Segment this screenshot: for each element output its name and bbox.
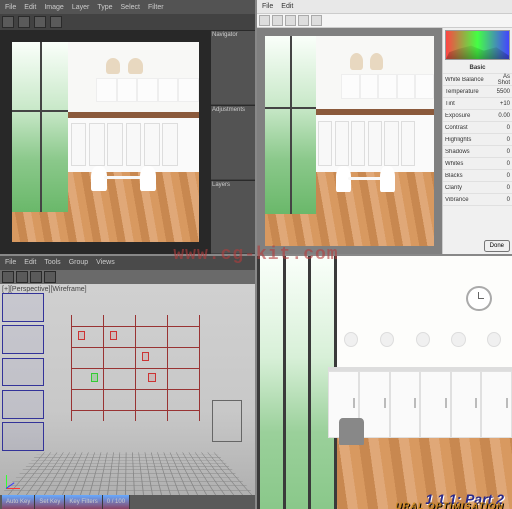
max-menu-edit[interactable]: Edit: [21, 259, 39, 266]
raw-slider-whites[interactable]: Whites0: [443, 158, 512, 170]
ps-canvas[interactable]: [0, 30, 211, 254]
wall-clock-icon: [466, 286, 492, 311]
max-menu-tools[interactable]: Tools: [41, 259, 63, 266]
max-menu-views[interactable]: Views: [93, 259, 118, 266]
raw-menubar: File Edit: [257, 0, 512, 14]
max-tool-rotate[interactable]: [30, 271, 42, 283]
ps-menubar: File Edit Image Layer Type Select Filter: [0, 0, 255, 14]
3dsmax-window: File Edit Tools Group Views [+][Perspect…: [0, 256, 255, 509]
raw-done-button[interactable]: Done: [484, 240, 510, 252]
ps-tool-move[interactable]: [2, 16, 14, 28]
raw-toolbar: [257, 14, 512, 28]
raw-slider-clarity[interactable]: Clarity0: [443, 182, 512, 194]
max-tool-select[interactable]: [2, 271, 14, 283]
max-status-bar: Auto Key Set Key Key Filters 0 / 100: [0, 495, 255, 509]
video-subtitle: URAL OPTIMISATION: [395, 501, 504, 509]
raw-slider-shadows[interactable]: Shadows0: [443, 146, 512, 158]
raw-histogram: [445, 30, 510, 60]
max-frame: 0 / 100: [103, 495, 130, 509]
ps-tool-crop[interactable]: [50, 16, 62, 28]
raw-crop-tool[interactable]: [298, 15, 309, 26]
raw-wb-tool[interactable]: [285, 15, 296, 26]
raw-panel-dropdown[interactable]: Basic: [443, 62, 512, 74]
ps-right-panels: Navigator Adjustments Layers: [211, 30, 255, 254]
max-menu-file[interactable]: File: [2, 259, 19, 266]
raw-slider-blacks[interactable]: Blacks0: [443, 170, 512, 182]
raw-hand-tool[interactable]: [272, 15, 283, 26]
ps-adjustments-panel[interactable]: Adjustments: [211, 105, 255, 179]
ps-menu-file[interactable]: File: [2, 4, 19, 11]
raw-slider-exposure[interactable]: Exposure0.00: [443, 110, 512, 122]
ps-tool-lasso[interactable]: [34, 16, 46, 28]
max-viewport[interactable]: [+][Perspective][Wireframe]: [0, 284, 255, 496]
raw-side-panel: Basic White BalanceAs Shot Temperature55…: [442, 28, 512, 254]
max-menu-group[interactable]: Group: [66, 259, 91, 266]
photoshop-window: File Edit Image Layer Type Select Filter: [0, 0, 255, 254]
kitchen-preview-image: [265, 36, 434, 246]
max-setkey[interactable]: Set Key: [35, 495, 65, 509]
raw-slider-tint[interactable]: Tint+10: [443, 98, 512, 110]
axis-gizmo: [6, 473, 22, 489]
max-keyfilters[interactable]: Key Filters: [65, 495, 102, 509]
ps-menu-type[interactable]: Type: [94, 4, 115, 11]
kitchen-render-image: [12, 42, 199, 242]
max-menubar: File Edit Tools Group Views: [0, 256, 255, 270]
raw-zoom-tool[interactable]: [259, 15, 270, 26]
render-chair: [339, 418, 365, 464]
raw-slider-temp[interactable]: Temperature5500: [443, 86, 512, 98]
wireframe-scene: [+][Perspective][Wireframe]: [0, 284, 255, 496]
ps-layers-panel[interactable]: Layers: [211, 180, 255, 254]
ps-menu-select[interactable]: Select: [118, 4, 143, 11]
ps-menu-filter[interactable]: Filter: [145, 4, 167, 11]
ps-menu-edit[interactable]: Edit: [21, 4, 39, 11]
wireframe-chair: [212, 400, 243, 442]
raw-slider-highlights[interactable]: Highlights0: [443, 134, 512, 146]
raw-canvas[interactable]: [257, 28, 442, 254]
raw-slider-vibrance[interactable]: Vibrance0: [443, 194, 512, 206]
ps-navigator-panel[interactable]: Navigator: [211, 30, 255, 104]
ps-tool-marquee[interactable]: [18, 16, 30, 28]
ps-menu-layer[interactable]: Layer: [69, 4, 93, 11]
raw-basic-panel: Basic White BalanceAs Shot Temperature55…: [443, 62, 512, 237]
raw-rotate-tool[interactable]: [311, 15, 322, 26]
max-autokey[interactable]: Auto Key: [2, 495, 35, 509]
kitchen-final-image: 1 1 1: Part 2 URAL OPTIMISATION: [257, 256, 512, 509]
max-tool-move[interactable]: [16, 271, 28, 283]
camera-raw-window: File Edit: [257, 0, 512, 254]
raw-slider-wb[interactable]: White BalanceAs Shot: [443, 74, 512, 86]
ps-menu-image[interactable]: Image: [41, 4, 66, 11]
final-render: 1 1 1: Part 2 URAL OPTIMISATION: [257, 256, 512, 509]
raw-menu-file[interactable]: File: [259, 3, 276, 10]
ps-toolbar: [0, 14, 255, 30]
max-toolbar: [0, 270, 255, 284]
max-tool-scale[interactable]: [44, 271, 56, 283]
raw-menu-edit[interactable]: Edit: [278, 3, 296, 10]
raw-slider-contrast[interactable]: Contrast0: [443, 122, 512, 134]
